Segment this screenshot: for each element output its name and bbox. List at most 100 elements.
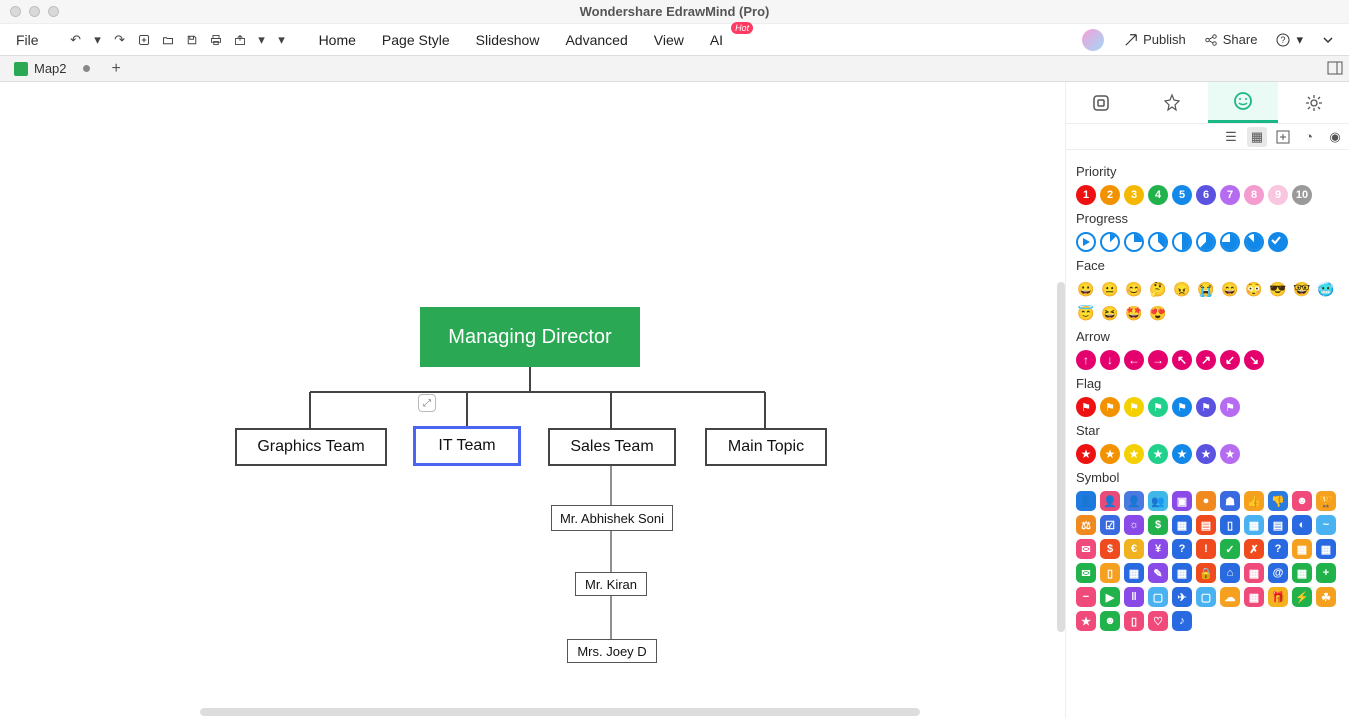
file-menu[interactable]: File [8, 29, 47, 51]
menu-pagestyle[interactable]: Page Style [372, 28, 460, 52]
panel-tab-icons[interactable] [1208, 82, 1279, 123]
flag-3[interactable]: ⚑ [1148, 397, 1168, 417]
flag-4[interactable]: ⚑ [1172, 397, 1192, 417]
symbol-16[interactable]: ▤ [1196, 515, 1216, 535]
arrow-3[interactable]: → [1148, 350, 1168, 370]
priority-3[interactable]: 3 [1124, 185, 1144, 205]
symbol-57[interactable]: ▯ [1124, 611, 1144, 631]
face-3[interactable]: 🤔 [1148, 279, 1168, 299]
symbol-33[interactable]: ✉ [1076, 563, 1096, 583]
progress-3[interactable] [1148, 232, 1168, 252]
symbol-49[interactable]: ▢ [1196, 587, 1216, 607]
star-2[interactable]: ★ [1124, 444, 1144, 464]
symbol-39[interactable]: ⌂ [1220, 563, 1240, 583]
star-3[interactable]: ★ [1148, 444, 1168, 464]
toggle-panel-icon[interactable] [1327, 60, 1343, 79]
panel-tab-settings[interactable] [1278, 82, 1349, 123]
priority-2[interactable]: 2 [1100, 185, 1120, 205]
arrow-2[interactable]: ← [1124, 350, 1144, 370]
symbol-48[interactable]: ✈ [1172, 587, 1192, 607]
symbol-53[interactable]: ⚡ [1292, 587, 1312, 607]
star-4[interactable]: ★ [1172, 444, 1192, 464]
node-joey[interactable]: Mrs. Joey D [567, 639, 657, 663]
subtab-grid[interactable]: ▦ [1247, 127, 1267, 147]
close-window[interactable] [10, 6, 21, 17]
face-1[interactable]: 😐 [1100, 279, 1120, 299]
symbol-44[interactable]: − [1076, 587, 1096, 607]
arrow-1[interactable]: ↓ [1100, 350, 1120, 370]
node-root[interactable]: Managing Director [420, 307, 640, 367]
subtab-clip[interactable]: ◔ [1299, 127, 1319, 147]
arrow-7[interactable]: ↘ [1244, 350, 1264, 370]
priority-4[interactable]: 4 [1148, 185, 1168, 205]
star-5[interactable]: ★ [1196, 444, 1216, 464]
symbol-20[interactable]: ◐ [1292, 515, 1312, 535]
maximize-window[interactable] [48, 6, 59, 17]
priority-1[interactable]: 1 [1076, 185, 1096, 205]
face-7[interactable]: 😳 [1244, 279, 1264, 299]
vertical-scrollbar[interactable] [1057, 282, 1065, 632]
symbol-40[interactable]: ▦ [1244, 563, 1264, 583]
undo-dropdown[interactable]: ▾ [91, 31, 105, 49]
symbol-29[interactable]: ✗ [1244, 539, 1264, 559]
symbol-9[interactable]: ☻ [1292, 491, 1312, 511]
symbol-54[interactable]: ☘ [1316, 587, 1336, 607]
priority-8[interactable]: 8 [1244, 185, 1264, 205]
minimize-window[interactable] [29, 6, 40, 17]
panel-tab-outline[interactable] [1066, 82, 1137, 123]
export-dropdown[interactable]: ▾ [255, 31, 269, 49]
face-10[interactable]: 🥶 [1316, 279, 1336, 299]
progress-8[interactable] [1268, 232, 1288, 252]
subtab-list[interactable]: ☰ [1221, 127, 1241, 147]
progress-1[interactable] [1100, 232, 1120, 252]
priority-10[interactable]: 10 [1292, 185, 1312, 205]
priority-9[interactable]: 9 [1268, 185, 1288, 205]
symbol-45[interactable]: ▶ [1100, 587, 1120, 607]
export-button[interactable] [231, 31, 249, 49]
symbol-56[interactable]: ☻ [1100, 611, 1120, 631]
collapse-ribbon[interactable] [1315, 30, 1341, 50]
face-4[interactable]: 😠 [1172, 279, 1192, 299]
symbol-15[interactable]: ▦ [1172, 515, 1192, 535]
symbol-23[interactable]: $ [1100, 539, 1120, 559]
face-0[interactable]: 😀 [1076, 279, 1096, 299]
menu-view[interactable]: View [644, 28, 694, 52]
symbol-58[interactable]: ♡ [1148, 611, 1168, 631]
face-11[interactable]: 😇 [1076, 303, 1096, 323]
save-button[interactable] [183, 31, 201, 49]
symbol-22[interactable]: ✉ [1076, 539, 1096, 559]
symbol-19[interactable]: ▤ [1268, 515, 1288, 535]
symbol-17[interactable]: ▯ [1220, 515, 1240, 535]
symbol-59[interactable]: ♪ [1172, 611, 1192, 631]
symbol-6[interactable]: ☗ [1220, 491, 1240, 511]
node-it-team[interactable]: IT Team [413, 426, 521, 466]
symbol-47[interactable]: ▢ [1148, 587, 1168, 607]
face-9[interactable]: 🤓 [1292, 279, 1312, 299]
priority-6[interactable]: 6 [1196, 185, 1216, 205]
subtab-more[interactable]: ◉ [1325, 127, 1345, 147]
symbol-55[interactable]: ★ [1076, 611, 1096, 631]
menu-advanced[interactable]: Advanced [555, 28, 637, 52]
symbol-11[interactable]: ⚖ [1076, 515, 1096, 535]
more-dropdown[interactable]: ▾ [275, 31, 289, 49]
symbol-12[interactable]: ☑ [1100, 515, 1120, 535]
menu-home[interactable]: Home [309, 28, 366, 52]
symbol-43[interactable]: + [1316, 563, 1336, 583]
node-sales-team[interactable]: Sales Team [548, 428, 676, 466]
arrow-4[interactable]: ↖ [1172, 350, 1192, 370]
face-6[interactable]: 😄 [1220, 279, 1240, 299]
symbol-38[interactable]: 🔒 [1196, 563, 1216, 583]
redo-button[interactable]: ↷ [111, 31, 129, 49]
symbol-37[interactable]: ▦ [1172, 563, 1192, 583]
star-0[interactable]: ★ [1076, 444, 1096, 464]
arrow-6[interactable]: ↙ [1220, 350, 1240, 370]
doc-tab-map2[interactable]: Map2 [6, 59, 98, 78]
node-abhishek[interactable]: Mr. Abhishek Soni [551, 505, 673, 531]
subtab-add[interactable] [1273, 127, 1293, 147]
symbol-21[interactable]: ~ [1316, 515, 1336, 535]
flag-5[interactable]: ⚑ [1196, 397, 1216, 417]
symbol-0[interactable]: 👤 [1076, 491, 1096, 511]
symbol-50[interactable]: ☁ [1220, 587, 1240, 607]
symbol-26[interactable]: ? [1172, 539, 1192, 559]
arrow-5[interactable]: ↗ [1196, 350, 1216, 370]
